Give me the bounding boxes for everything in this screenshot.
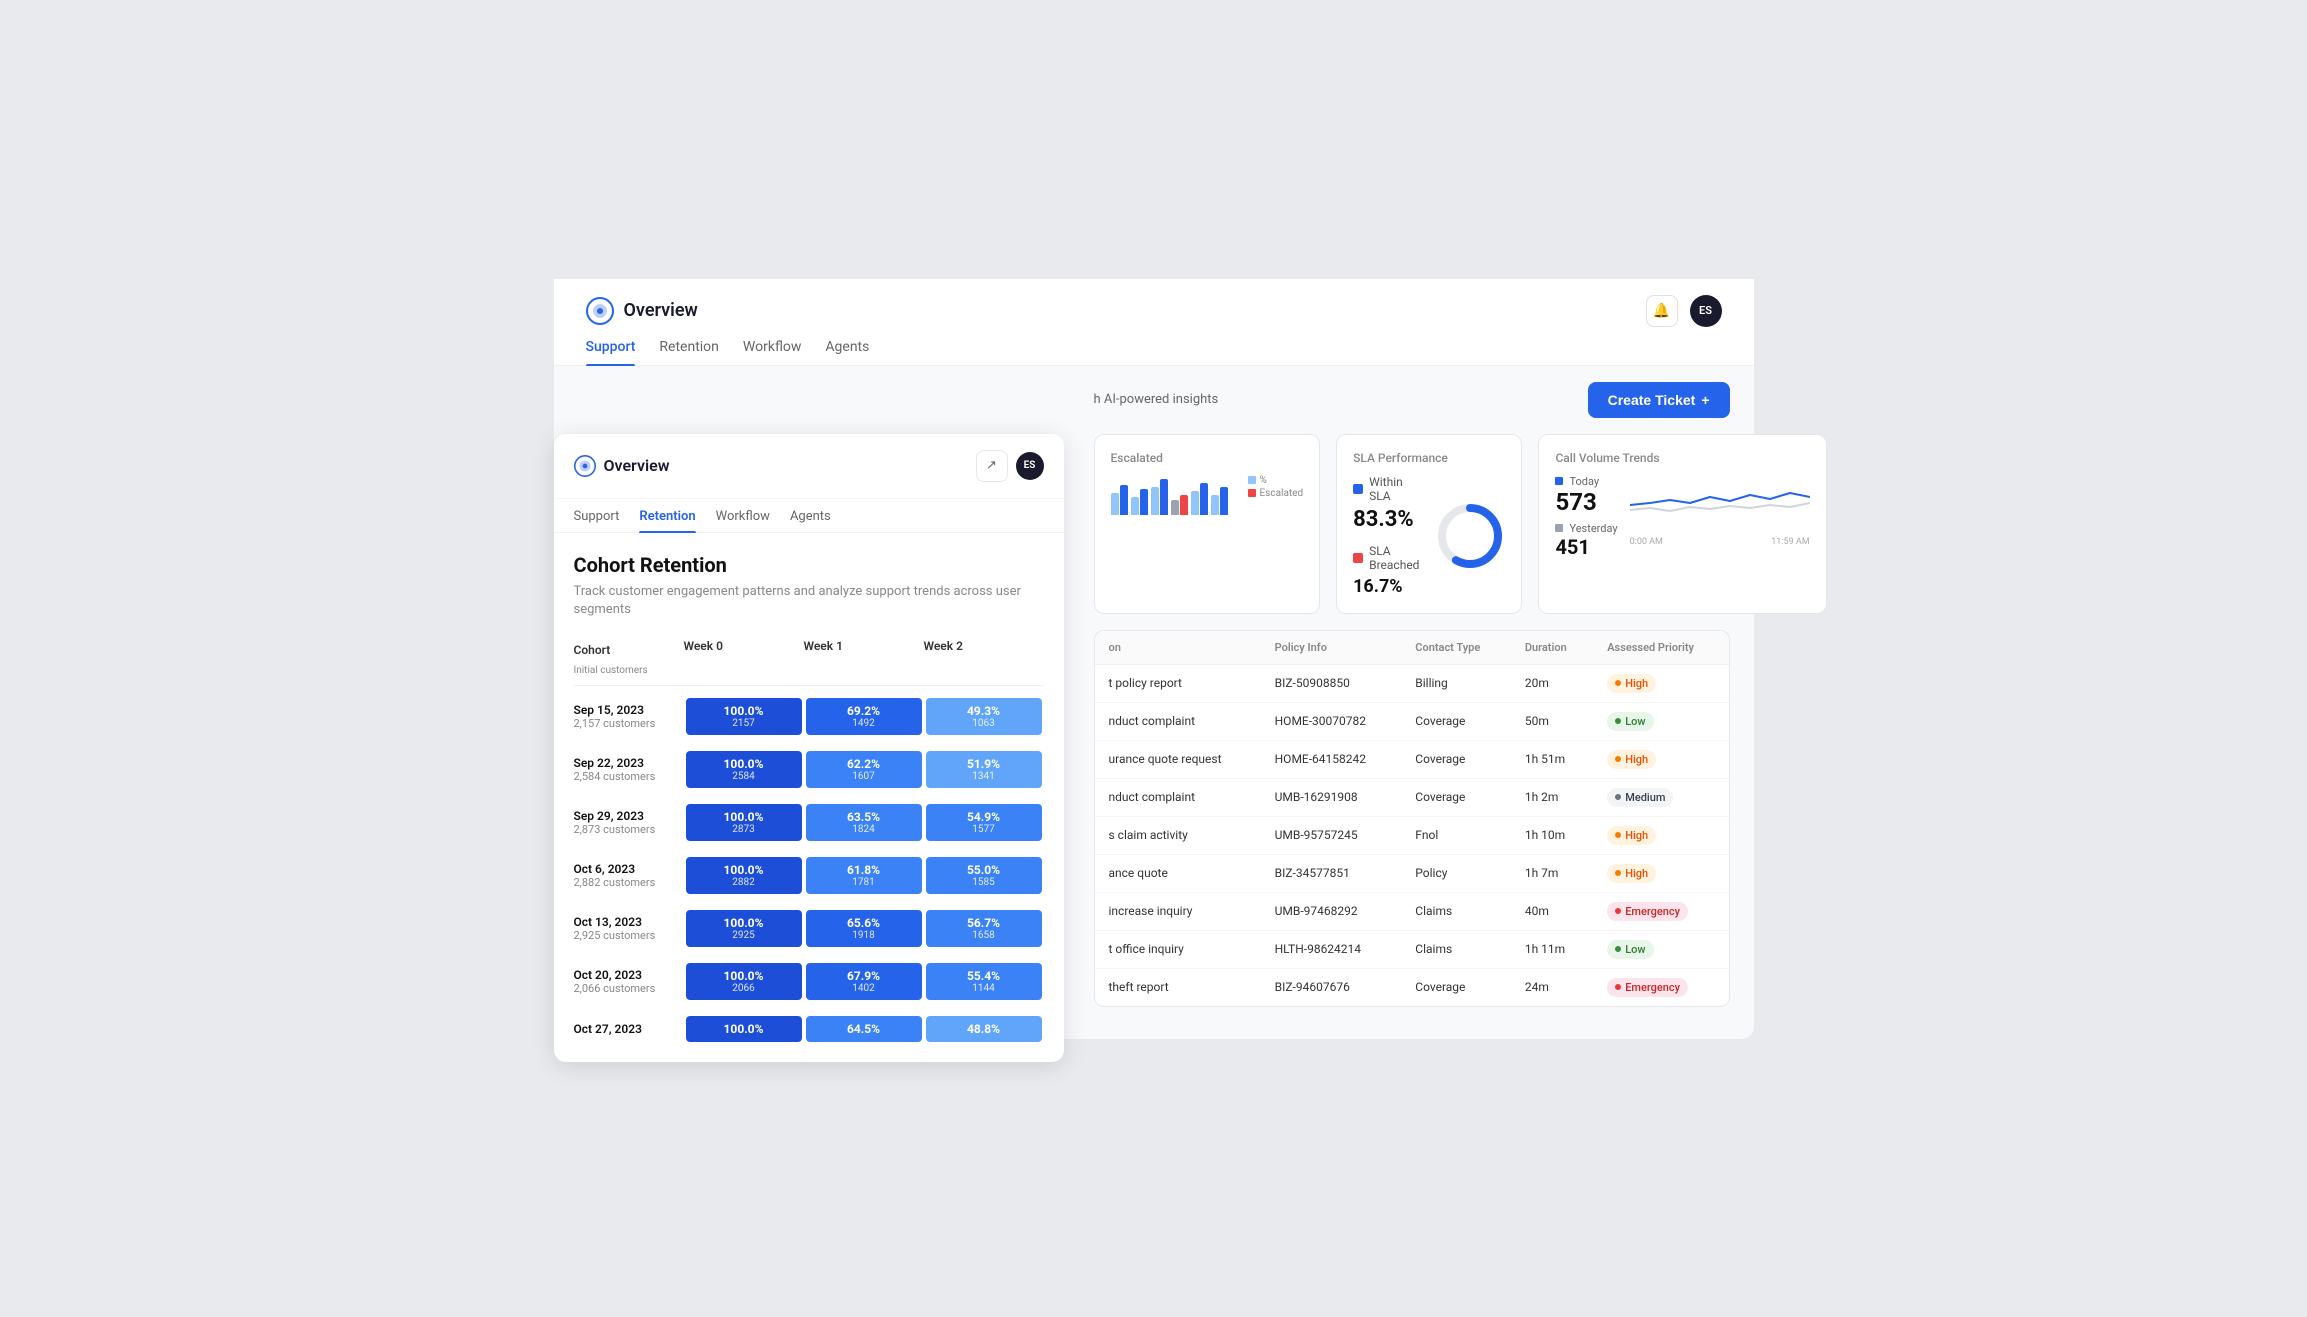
top-nav-agents[interactable]: Agents <box>825 339 869 365</box>
col-policy: Policy Info <box>1261 631 1402 665</box>
sla-breached-value: 16.7% <box>1353 576 1419 597</box>
table-row[interactable]: nduct complaint HOME-30070782 Coverage 5… <box>1095 702 1729 740</box>
left-panel-avatar[interactable]: ES <box>1016 452 1044 480</box>
app-logo-icon <box>586 297 614 325</box>
col-priority: Assessed Priority <box>1593 631 1728 665</box>
support-table: on Policy Info Contact Type Duration Ass… <box>1094 630 1730 1007</box>
left-panel-logo: Overview <box>574 455 670 477</box>
table-row[interactable]: t office inquiry HLTH-98624214 Claims 1h… <box>1095 930 1729 968</box>
cohort-row: Sep 22, 2023 2,584 customers 100.0% 2584… <box>574 743 1044 796</box>
cohort-row: Sep 29, 2023 2,873 customers 100.0% 2873… <box>574 796 1044 849</box>
cohort-table: Cohort Initial customers Week 0 Week 1 W… <box>574 635 1044 1050</box>
priority-dot <box>1615 832 1621 838</box>
cohort-row: Oct 20, 2023 2,066 customers 100.0% 2066… <box>574 955 1044 1008</box>
top-actions: 🔔 ES <box>1646 295 1722 327</box>
sla-card-title: SLA Performance <box>1353 451 1505 465</box>
priority-badge: High <box>1607 826 1656 845</box>
priority-badge: Emergency <box>1607 978 1688 997</box>
sla-breached-dot <box>1353 553 1363 563</box>
left-nav-retention[interactable]: Retention <box>639 509 695 532</box>
within-sla-value: 83.3% <box>1353 507 1419 532</box>
create-ticket-button[interactable]: Create Ticket + <box>1588 382 1730 418</box>
within-sla-dot <box>1353 484 1363 494</box>
sla-card: SLA Performance Within SLA 83.3% SLA Bre… <box>1336 434 1522 614</box>
app-header: Overview <box>586 297 698 325</box>
priority-dot <box>1615 718 1621 724</box>
col-description: on <box>1095 631 1261 665</box>
time-start: 0:00 AM <box>1630 537 1663 547</box>
priority-dot <box>1615 870 1621 876</box>
call-volume-chart <box>1630 475 1810 535</box>
dashboard-header: h AI-powered insights Create Ticket + <box>1094 382 1730 418</box>
user-avatar[interactable]: ES <box>1690 295 1722 327</box>
plus-icon: + <box>1701 392 1709 408</box>
call-volume-title: Call Volume Trends <box>1555 451 1809 465</box>
left-nav-agents[interactable]: Agents <box>790 509 831 532</box>
priority-badge: Emergency <box>1607 902 1688 921</box>
priority-dot <box>1615 946 1621 952</box>
sla-breached-label: SLA Breached <box>1369 544 1419 572</box>
priority-dot <box>1615 984 1621 990</box>
dashboard-subtitle: h AI-powered insights <box>1094 392 1219 407</box>
priority-badge: Medium <box>1607 788 1673 807</box>
sla-donut-chart <box>1435 501 1505 571</box>
table-row[interactable]: t policy report BIZ-50908850 Billing 20m… <box>1095 664 1729 702</box>
notification-button[interactable]: 🔔 <box>1646 295 1678 327</box>
week2-header: Week 2 <box>924 639 1044 677</box>
priority-badge: Low <box>1607 940 1653 959</box>
priority-dot <box>1615 756 1621 762</box>
cohort-description: Track customer engagement patterns and a… <box>574 583 1044 619</box>
table-row[interactable]: nduct complaint UMB-16291908 Coverage 1h… <box>1095 778 1729 816</box>
table-row[interactable]: ance quote BIZ-34577851 Policy 1h 7m Hig… <box>1095 854 1729 892</box>
today-dot <box>1555 477 1563 485</box>
yesterday-dot <box>1555 524 1563 532</box>
cohort-row: Oct 27, 2023 100.0% 64.5% 48.8% <box>574 1008 1044 1050</box>
priority-badge: High <box>1607 750 1656 769</box>
within-sla-label: Within SLA <box>1369 475 1419 503</box>
priority-dot <box>1615 680 1621 686</box>
call-volume-card: Call Volume Trends Today 573 <box>1538 434 1826 614</box>
top-nav-workflow[interactable]: Workflow <box>743 339 802 365</box>
col-contact: Contact Type <box>1401 631 1511 665</box>
left-panel: Overview ↗ ES Support Retention Workflow… <box>554 434 1064 1062</box>
priority-dot <box>1615 794 1621 800</box>
cohort-row: Oct 6, 2023 2,882 customers 100.0% 2882 … <box>574 849 1044 902</box>
cohort-rows: Sep 15, 2023 2,157 customers 100.0% 2157… <box>574 690 1044 1050</box>
week1-header: Week 1 <box>804 639 924 677</box>
left-panel-title: Overview <box>604 456 670 475</box>
week0-header: Week 0 <box>684 639 804 677</box>
top-nav-retention[interactable]: Retention <box>659 339 719 365</box>
left-nav-support[interactable]: Support <box>574 509 620 532</box>
today-label: Today <box>1569 475 1599 488</box>
priority-badge: High <box>1607 864 1656 883</box>
escalated-chart <box>1111 475 1228 515</box>
table-row[interactable]: increase inquiry UMB-97468292 Claims 40m… <box>1095 892 1729 930</box>
metrics-row: Escalated <box>1094 434 1730 614</box>
priority-badge: High <box>1607 674 1656 693</box>
table-row[interactable]: theft report BIZ-94607676 Coverage 24m E… <box>1095 968 1729 1006</box>
today-value: 573 <box>1555 490 1617 514</box>
table-row[interactable]: s claim activity UMB-95757245 Fnol 1h 10… <box>1095 816 1729 854</box>
priority-dot <box>1615 908 1621 914</box>
yesterday-value: 451 <box>1555 537 1617 557</box>
cohort-title: Cohort Retention <box>574 553 1044 577</box>
left-nav-workflow[interactable]: Workflow <box>716 509 770 532</box>
left-panel-nav: Support Retention Workflow Agents <box>554 499 1064 533</box>
time-end: 11:59 AM <box>1771 537 1809 547</box>
cohort-row: Oct 13, 2023 2,925 customers 100.0% 2925… <box>574 902 1044 955</box>
top-nav-support[interactable]: Support <box>586 339 636 365</box>
col-duration: Duration <box>1511 631 1593 665</box>
cohort-col-header: Cohort <box>574 643 611 657</box>
priority-badge: Low <box>1607 712 1653 731</box>
left-logo-icon <box>574 455 596 477</box>
share-button[interactable]: ↗ <box>976 450 1008 482</box>
yesterday-label: Yesterday <box>1569 522 1617 535</box>
escalated-card: Escalated <box>1094 434 1321 614</box>
table-row[interactable]: urance quote request HOME-64158242 Cover… <box>1095 740 1729 778</box>
cohort-row: Sep 15, 2023 2,157 customers 100.0% 2157… <box>574 690 1044 743</box>
app-title: Overview <box>624 300 698 321</box>
cohort-section: Cohort Retention Track customer engageme… <box>554 533 1064 1050</box>
